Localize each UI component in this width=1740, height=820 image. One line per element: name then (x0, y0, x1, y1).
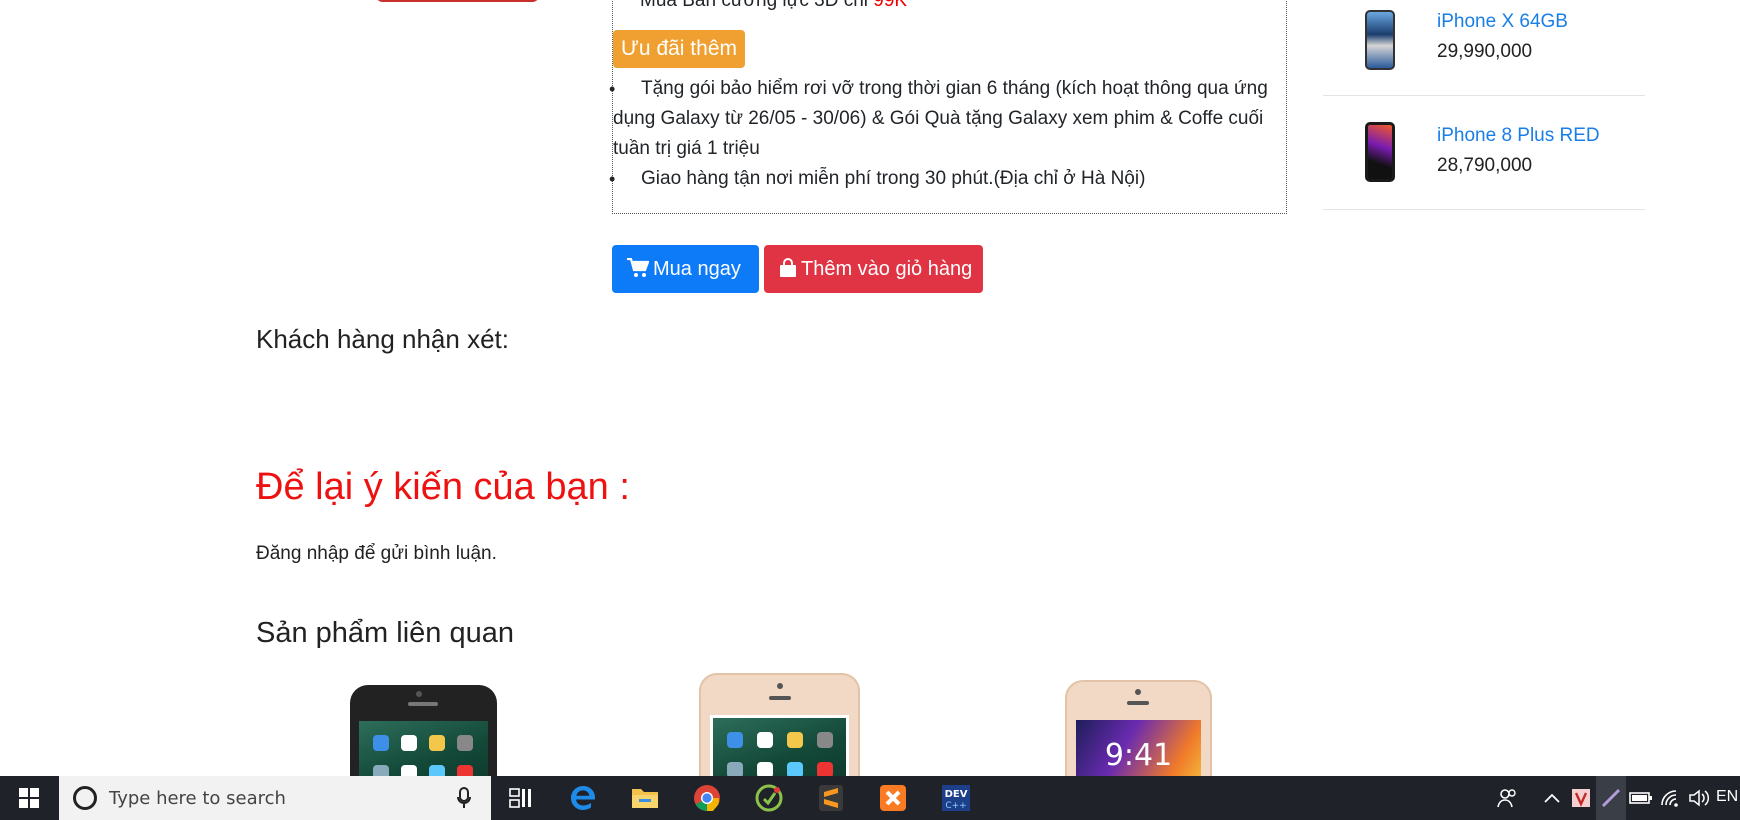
related-product-image-1[interactable] (350, 685, 497, 776)
buy-now-label: Mua ngay (653, 258, 741, 280)
reviews-heading: Khách hàng nhận xét: (256, 324, 509, 354)
related-products-heading: Sản phẩm liên quan (256, 617, 514, 649)
app-icon (429, 735, 445, 751)
windows-taskbar: Type here to search DEV C++ EN (0, 776, 1740, 820)
people-icon[interactable] (1492, 783, 1522, 813)
camera-icon (777, 683, 783, 689)
xampp-icon[interactable] (878, 783, 908, 813)
camera-icon (416, 691, 422, 697)
app-icon (757, 762, 773, 776)
login-to-comment-note: Đăng nhập để gửi bình luận. (256, 543, 497, 564)
app-icon (373, 735, 389, 751)
app-icon (373, 765, 389, 776)
promo-badge: Ưu đãi thêm (613, 30, 745, 68)
product-page: Mua Bàn cường lực 3D chỉ 99K Ưu đãi thêm… (0, 0, 1740, 776)
product-thumbnail[interactable] (1365, 122, 1395, 182)
phone-screen (710, 715, 849, 776)
promo-cut-off-text: Mua Bàn cường lực 3D chỉ (640, 0, 874, 11)
volume-icon[interactable] (1684, 783, 1714, 813)
buy-now-button[interactable]: Mua ngay (612, 245, 759, 293)
promo-item: Giao hàng tận nơi miễn phí trong 30 phút… (609, 164, 1287, 194)
windows-logo-icon (19, 788, 39, 808)
sidebar-product-name[interactable]: iPhone X 64GB (1437, 11, 1568, 33)
app-icon (401, 765, 417, 776)
green-app-icon[interactable] (754, 783, 784, 813)
app-icon (787, 732, 803, 748)
edge-browser-icon[interactable] (568, 783, 598, 813)
app-icon (817, 732, 833, 748)
related-product-image-2[interactable] (699, 673, 860, 776)
chevron-up-icon[interactable] (1537, 783, 1567, 813)
app-icon (757, 732, 773, 748)
chrome-icon[interactable] (692, 783, 722, 813)
start-button[interactable] (0, 776, 58, 820)
shopping-bag-icon (780, 258, 796, 277)
promo-cut-off-price: 99K (873, 0, 908, 11)
app-icon (457, 735, 473, 751)
taskbar-search-placeholder: Type here to search (109, 788, 286, 809)
sidebar-product-item[interactable]: iPhone X 64GB 29,990,000 (1323, 0, 1645, 96)
phone-screen (359, 721, 488, 776)
speaker-icon (769, 696, 791, 700)
related-product-image-3[interactable]: 9:41 (1065, 680, 1212, 776)
speaker-icon (408, 702, 438, 706)
app-icon (727, 732, 743, 748)
file-explorer-icon[interactable] (630, 783, 660, 813)
sidebar-product-price: 28,790,000 (1437, 155, 1533, 176)
promo-item: Tặng gói bảo hiểm rơi vỡ trong thời gian… (609, 74, 1287, 164)
app-icon (457, 765, 473, 776)
sublime-text-icon[interactable] (816, 783, 846, 813)
add-to-cart-label: Thêm vào giỏ hàng (801, 258, 973, 280)
comment-heading: Để lại ý kiến của bạn : (256, 466, 630, 508)
phone-screen: 9:41 (1076, 720, 1201, 776)
app-icon (401, 735, 417, 751)
add-to-cart-button[interactable]: Thêm vào giỏ hàng (764, 245, 983, 293)
sidebar-product-name[interactable]: iPhone 8 Plus RED (1437, 125, 1600, 147)
lockscreen-clock: 9:41 (1104, 738, 1173, 773)
cart-icon (627, 257, 650, 277)
svg-text:C++: C++ (945, 801, 966, 811)
cut-off-red-element (375, 0, 540, 2)
sidebar-product-price: 29,990,000 (1437, 41, 1533, 62)
cortana-icon (73, 786, 97, 810)
app-icon (787, 762, 803, 776)
product-thumbnail[interactable] (1365, 10, 1395, 70)
devc-ide-icon[interactable]: DEV C++ (940, 783, 972, 813)
app-icon (817, 762, 833, 776)
microphone-icon[interactable] (457, 787, 471, 809)
speaker-icon (1127, 701, 1149, 705)
language-indicator[interactable]: EN (1716, 788, 1738, 806)
battery-icon[interactable] (1626, 783, 1656, 813)
sidebar-product-item[interactable]: iPhone 8 Plus RED 28,790,000 (1323, 96, 1645, 210)
promo-list: Tặng gói bảo hiểm rơi vỡ trong thời gian… (609, 74, 1287, 194)
taskbar-search-box[interactable]: Type here to search (59, 776, 491, 820)
svg-text:DEV: DEV (945, 789, 968, 800)
camera-icon (1135, 689, 1141, 695)
task-view-icon[interactable] (506, 783, 536, 813)
pen-tray-icon[interactable] (1596, 783, 1626, 813)
app-icon (429, 765, 445, 776)
antivirus-tray-icon[interactable] (1566, 783, 1596, 813)
promo-cut-off-line: Mua Bàn cường lực 3D chỉ 99K (640, 0, 907, 12)
wifi-icon[interactable] (1656, 783, 1686, 813)
app-icon (727, 762, 743, 776)
